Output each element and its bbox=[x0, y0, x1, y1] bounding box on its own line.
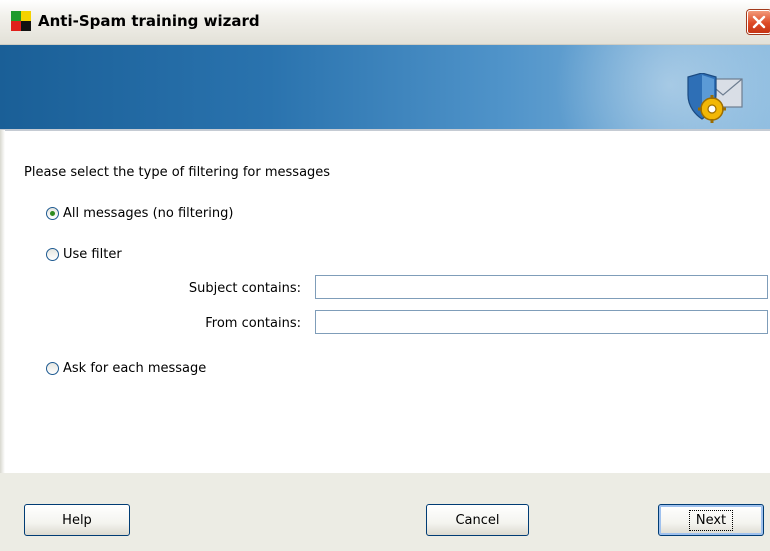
radio-ask-each[interactable] bbox=[46, 362, 59, 375]
window-title: Anti-Spam training wizard bbox=[38, 12, 260, 30]
option-use-filter[interactable]: Use filter bbox=[46, 247, 122, 262]
app-logo-icon bbox=[11, 11, 31, 31]
option-ask-each[interactable]: Ask for each message bbox=[46, 361, 206, 376]
filter-type-prompt: Please select the type of filtering for … bbox=[24, 165, 331, 180]
header-banner bbox=[0, 45, 770, 129]
subject-contains-label: Subject contains: bbox=[188, 281, 301, 296]
option-all-messages[interactable]: All messages (no filtering) bbox=[46, 206, 233, 221]
next-button[interactable]: Next bbox=[658, 504, 764, 536]
from-contains-label: From contains: bbox=[205, 316, 301, 331]
option-all-messages-label: All messages (no filtering) bbox=[63, 206, 234, 221]
shield-envelope-gear-icon bbox=[687, 73, 743, 123]
help-button[interactable]: Help bbox=[24, 504, 130, 536]
radio-all-messages[interactable] bbox=[46, 207, 59, 220]
wizard-window: Anti-Spam training wizard Please select … bbox=[0, 0, 770, 551]
next-button-label: Next bbox=[688, 509, 734, 531]
option-ask-each-label: Ask for each message bbox=[63, 361, 207, 376]
button-footer: Help Cancel Next bbox=[0, 473, 770, 551]
subject-contains-input[interactable] bbox=[315, 275, 768, 299]
cancel-button[interactable]: Cancel bbox=[426, 504, 529, 536]
banner-divider bbox=[0, 129, 770, 131]
option-use-filter-label: Use filter bbox=[63, 247, 122, 262]
help-button-label: Help bbox=[62, 512, 92, 528]
title-bar[interactable]: Anti-Spam training wizard bbox=[0, 0, 770, 45]
close-button[interactable] bbox=[747, 10, 770, 34]
cancel-button-label: Cancel bbox=[455, 512, 500, 528]
close-icon bbox=[752, 15, 766, 29]
radio-use-filter[interactable] bbox=[46, 248, 59, 261]
from-contains-input[interactable] bbox=[315, 310, 768, 334]
